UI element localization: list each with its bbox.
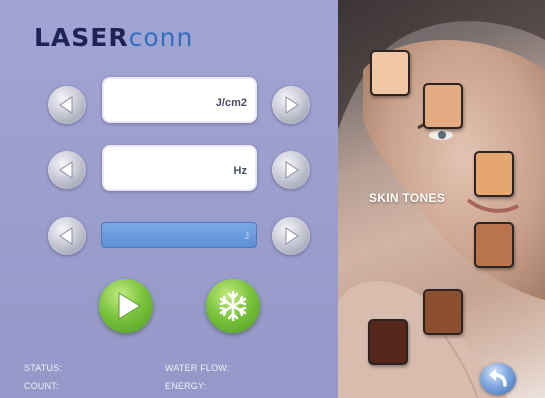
brand-logo: LASER conn [34, 25, 193, 51]
right-arrow-icon [285, 227, 299, 245]
energy-unit-label: J [244, 231, 250, 241]
status-label: STATUS: [24, 363, 63, 373]
frequency-increase-button[interactable] [272, 151, 310, 189]
energy-field[interactable]: J [101, 222, 257, 248]
right-arrow-icon [285, 96, 299, 114]
energy-increase-button[interactable] [272, 217, 310, 255]
skin-tone-6-swatch[interactable] [368, 319, 408, 365]
skin-tone-3-swatch[interactable] [474, 151, 514, 197]
frequency-decrease-button[interactable] [48, 151, 86, 189]
frequency-field[interactable]: Hz [102, 145, 257, 191]
count-label: COUNT: [24, 381, 59, 391]
snowflake-icon [219, 290, 247, 322]
frequency-unit-label: Hz [233, 165, 247, 177]
water-flow-label: WATER FLOW: [165, 363, 230, 373]
skin-tone-4-swatch[interactable] [474, 222, 514, 268]
start-button[interactable] [99, 279, 153, 333]
back-button[interactable] [480, 363, 516, 395]
energy-label: ENERGY: [165, 381, 207, 391]
fluence-increase-button[interactable] [272, 86, 310, 124]
right-arrow-icon [285, 161, 299, 179]
left-arrow-icon [59, 161, 73, 179]
energy-decrease-button[interactable] [48, 217, 86, 255]
back-arrow-icon [489, 369, 507, 387]
fluence-unit-label: J/cm2 [215, 97, 247, 109]
skin-tones-label: SKIN TONES [369, 191, 446, 205]
skin-tone-5-swatch[interactable] [423, 289, 463, 335]
skin-tone-1-swatch[interactable] [370, 50, 410, 96]
brand-logo-part1: LASER [34, 23, 129, 52]
skin-tone-2-swatch[interactable] [423, 83, 463, 129]
play-icon [118, 292, 141, 320]
cooling-button[interactable] [206, 279, 260, 333]
left-arrow-icon [59, 227, 73, 245]
fluence-field[interactable]: J/cm2 [102, 77, 257, 123]
laser-control-screen: LASER conn J/cm2 Hz J STATUS: WATER FLOW… [0, 0, 545, 398]
fluence-decrease-button[interactable] [48, 86, 86, 124]
brand-logo-part2: conn [128, 23, 194, 52]
left-arrow-icon [59, 96, 73, 114]
